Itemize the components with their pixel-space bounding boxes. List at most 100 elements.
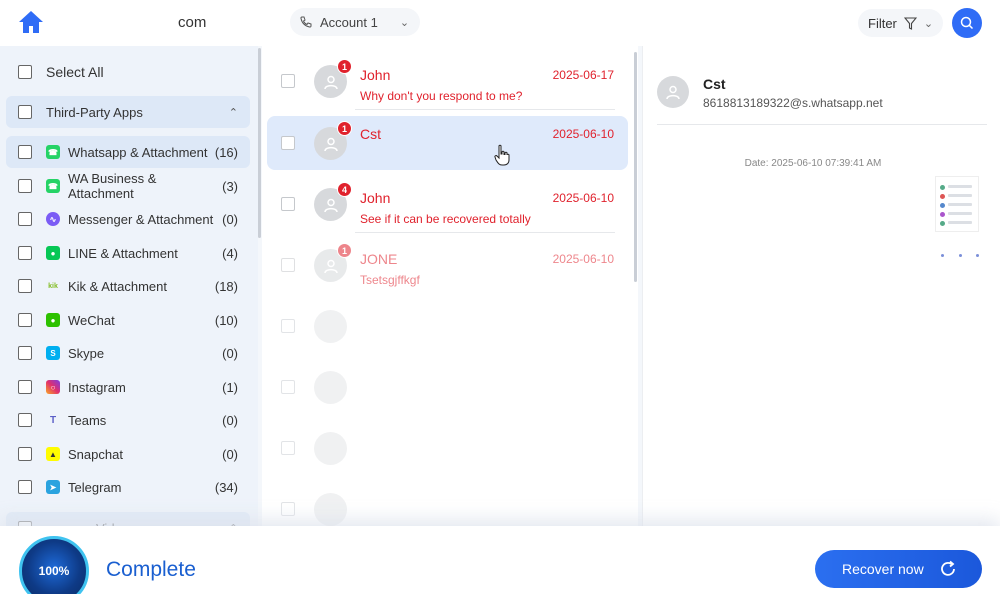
thumbnail-dot bbox=[940, 194, 945, 199]
contact-name: JONE bbox=[360, 251, 398, 267]
thumbnail-line bbox=[948, 212, 972, 215]
chevron-up-icon[interactable]: ⌃ bbox=[229, 106, 238, 119]
sidebar-item-wechat[interactable]: ● WeChat (10) bbox=[6, 304, 250, 336]
message-date: 2025-06-10 bbox=[552, 252, 614, 266]
item-checkbox[interactable] bbox=[18, 346, 32, 360]
sidebar-item-teams[interactable]: T Teams (0) bbox=[6, 404, 250, 436]
account-selector[interactable]: Account 1 ⌄ bbox=[290, 8, 420, 36]
divider bbox=[657, 124, 987, 125]
unread-badge: 1 bbox=[337, 243, 352, 258]
item-checkbox[interactable] bbox=[18, 212, 32, 226]
dot bbox=[976, 254, 979, 257]
item-checkbox[interactable] bbox=[18, 413, 32, 427]
list-item[interactable] bbox=[267, 360, 628, 414]
user-icon bbox=[323, 75, 338, 89]
sidebar-item-snapchat[interactable]: ▲ Snapchat (0) bbox=[6, 438, 250, 470]
sidebar-item-label: WA Business & Attachment bbox=[68, 171, 157, 201]
group-checkbox[interactable] bbox=[18, 105, 32, 119]
row-checkbox[interactable] bbox=[281, 197, 295, 211]
row-checkbox[interactable] bbox=[281, 319, 295, 333]
image-attachment-thumbnail[interactable] bbox=[935, 176, 979, 232]
user-icon bbox=[323, 259, 338, 273]
whatsapp-business-icon: ☎ bbox=[46, 179, 60, 193]
thumbnail-dot bbox=[940, 185, 945, 190]
group-third-party-apps[interactable]: Third-Party Apps ⌃ bbox=[6, 96, 250, 128]
filter-label: Filter bbox=[868, 15, 897, 31]
filter-button[interactable]: Filter ⌄ bbox=[858, 9, 944, 37]
message-preview: See if it can be recovered totally bbox=[360, 212, 531, 226]
sidebar-scrollbar[interactable] bbox=[258, 48, 261, 238]
sidebar-item-count: (4) bbox=[222, 245, 238, 261]
phone-icon bbox=[300, 16, 312, 28]
dot bbox=[941, 254, 944, 257]
sidebar-item-label: Skype bbox=[68, 345, 105, 361]
wechat-icon: ● bbox=[46, 313, 60, 327]
search-button[interactable] bbox=[952, 8, 982, 38]
avatar bbox=[314, 371, 347, 404]
sidebar-item-count: (0) bbox=[222, 211, 238, 227]
sidebar-item-count: (0) bbox=[222, 412, 238, 428]
hand-cursor-icon bbox=[494, 144, 510, 166]
progress-ring: 100% bbox=[19, 536, 89, 594]
message-date: 2025-06-10 bbox=[552, 127, 614, 141]
sidebar-item-label: Telegram bbox=[68, 479, 122, 495]
list-item[interactable] bbox=[267, 299, 628, 353]
item-checkbox[interactable] bbox=[18, 447, 32, 461]
item-checkbox[interactable] bbox=[18, 313, 32, 327]
row-checkbox[interactable] bbox=[281, 258, 295, 272]
item-checkbox[interactable] bbox=[18, 179, 32, 193]
search-icon bbox=[960, 16, 974, 30]
teams-icon: T bbox=[49, 414, 57, 426]
sidebar-item-skype[interactable]: S Skype (0) bbox=[6, 337, 250, 369]
select-all-checkbox[interactable] bbox=[18, 65, 32, 79]
thumbnail-line bbox=[948, 194, 972, 197]
thumbnail-dot bbox=[940, 203, 945, 208]
attachment-preview-dots bbox=[941, 254, 979, 258]
sidebar-item-wa-business[interactable]: ☎ WA Business & Attachment (3) bbox=[6, 170, 250, 202]
sidebar-item-count: (0) bbox=[222, 446, 238, 462]
sidebar-item-label: Messenger & Attachment bbox=[68, 211, 214, 227]
sidebar-item-line[interactable]: ● LINE & Attachment (4) bbox=[6, 237, 250, 269]
message-row[interactable]: 1 John 2025-06-17 Why don't you respond … bbox=[267, 54, 628, 108]
list-item[interactable] bbox=[267, 421, 628, 475]
dot bbox=[958, 254, 962, 257]
sidebar-item-telegram[interactable]: ➤ Telegram (34) bbox=[6, 471, 250, 503]
sidebar-item-count: (0) bbox=[222, 345, 238, 361]
item-checkbox[interactable] bbox=[18, 380, 32, 394]
sidebar-item-count: (16) bbox=[214, 144, 238, 160]
message-list: 1 John 2025-06-17 Why don't you respond … bbox=[262, 46, 638, 594]
home-icon[interactable] bbox=[18, 10, 44, 34]
message-row[interactable]: 4 John 2025-06-10 See if it can be recov… bbox=[267, 177, 628, 231]
conversation-detail: Cst 8618813189322@s.whatsapp.net Date: 2… bbox=[642, 46, 1000, 526]
item-checkbox[interactable] bbox=[18, 480, 32, 494]
item-checkbox[interactable] bbox=[18, 145, 32, 159]
row-checkbox[interactable] bbox=[281, 502, 295, 516]
item-checkbox[interactable] bbox=[18, 279, 32, 293]
thumbnail-line bbox=[948, 185, 972, 188]
divider bbox=[355, 232, 615, 233]
thumbnail-dot bbox=[940, 212, 945, 217]
item-checkbox[interactable] bbox=[18, 246, 32, 260]
skype-icon: S bbox=[46, 346, 60, 360]
avatar bbox=[314, 432, 347, 465]
sidebar-item-kik[interactable]: kik Kik & Attachment (18) bbox=[6, 270, 250, 302]
list-scrollbar[interactable] bbox=[634, 52, 637, 282]
sidebar-item-instagram[interactable]: ○ Instagram (1) bbox=[6, 371, 250, 403]
row-checkbox[interactable] bbox=[281, 380, 295, 394]
avatar bbox=[314, 493, 347, 526]
sidebar-item-count: (3) bbox=[222, 178, 238, 194]
kik-icon: kik bbox=[48, 282, 58, 290]
row-checkbox[interactable] bbox=[281, 441, 295, 455]
unread-badge: 1 bbox=[337, 121, 352, 136]
sidebar-item-messenger[interactable]: ∿ Messenger & Attachment (0) bbox=[6, 203, 250, 235]
sidebar-item-whatsapp[interactable]: ☎ Whatsapp & Attachment (16) bbox=[6, 136, 250, 168]
row-checkbox[interactable] bbox=[281, 74, 295, 88]
thumbnail-dot bbox=[940, 221, 945, 226]
recover-now-button[interactable]: Recover now bbox=[815, 550, 982, 588]
select-all-row[interactable]: Select All bbox=[6, 56, 250, 88]
message-row[interactable]: 1 JONE 2025-06-10 Tsetsgjffkgf bbox=[267, 238, 628, 292]
message-row[interactable]: 1 Cst 2025-06-10 bbox=[267, 116, 628, 170]
row-checkbox[interactable] bbox=[281, 136, 295, 150]
sidebar-item-label: Snapchat bbox=[68, 446, 123, 462]
avatar bbox=[314, 310, 347, 343]
